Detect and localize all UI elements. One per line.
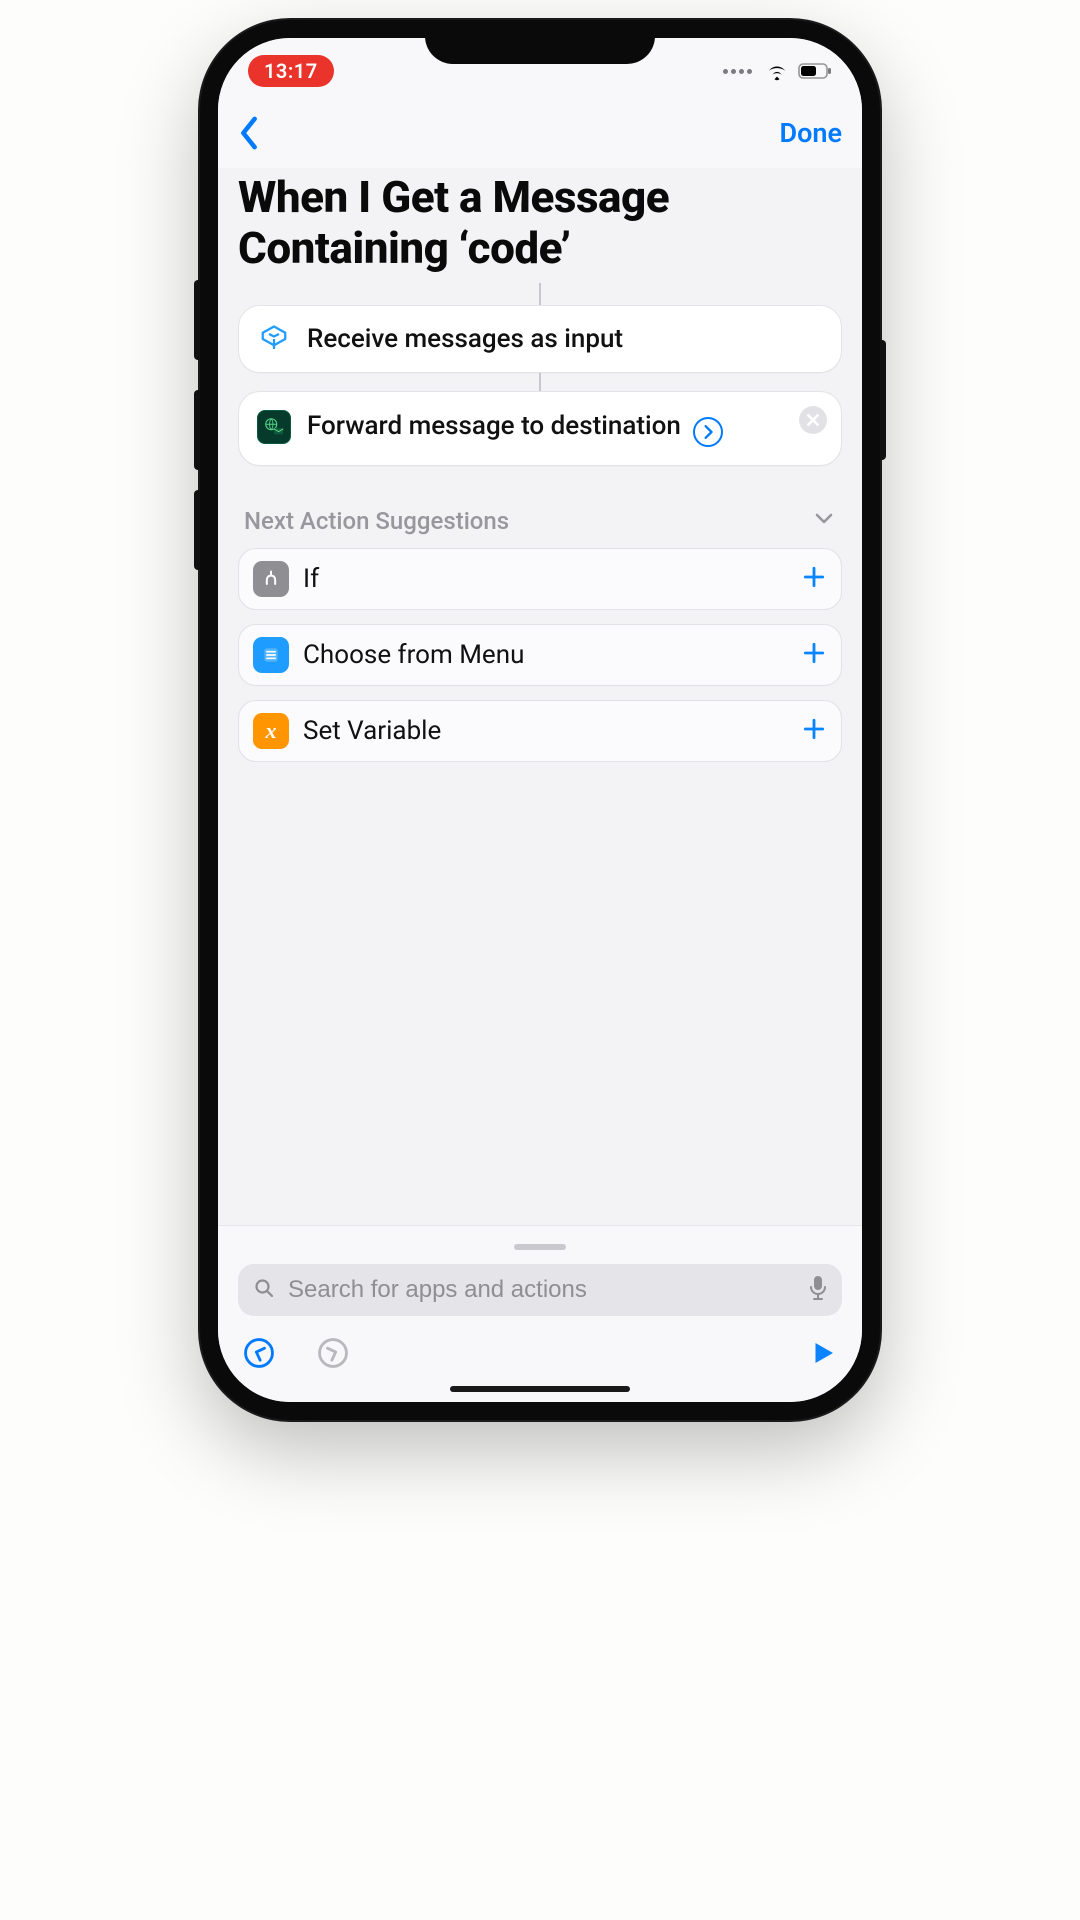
flow-connector <box>238 373 842 391</box>
suggestion-if-label: If <box>303 564 787 594</box>
suggestions-title: Next Action Suggestions <box>244 507 509 535</box>
forward-app-icon <box>257 410 291 444</box>
chevron-down-icon <box>812 506 836 536</box>
back-button[interactable] <box>238 116 260 150</box>
battery-icon <box>798 63 832 79</box>
if-icon <box>253 561 289 597</box>
done-button[interactable]: Done <box>780 117 842 149</box>
action-forward-label: Forward message to destination <box>307 410 723 447</box>
menu-icon <box>253 637 289 673</box>
status-time-recording[interactable]: 13:17 <box>248 55 334 87</box>
editor-toolbar <box>238 1316 842 1374</box>
add-suggestion-button[interactable] <box>801 716 827 746</box>
suggestion-variable-label: Set Variable <box>303 716 787 746</box>
action-receive-input-label: Receive messages as input <box>307 324 623 354</box>
status-right <box>723 61 832 81</box>
screen: 13:17 Done W <box>218 38 862 1402</box>
add-suggestion-button[interactable] <box>801 640 827 670</box>
run-button[interactable] <box>808 1338 838 1372</box>
suggestion-choose-from-menu[interactable]: Choose from Menu <box>238 624 842 686</box>
action-details-icon[interactable] <box>693 417 723 447</box>
search-input[interactable] <box>288 1276 796 1304</box>
status-dots-icon <box>723 69 752 74</box>
content: When I Get a Message Containing ‘code’ R… <box>218 168 862 1225</box>
nav-bar: Done <box>218 98 862 168</box>
phone-frame: 13:17 Done W <box>200 20 880 1420</box>
home-indicator[interactable] <box>450 1386 630 1392</box>
suggestion-if[interactable]: If <box>238 548 842 610</box>
remove-action-button[interactable] <box>799 406 827 434</box>
suggestion-set-variable[interactable]: x Set Variable <box>238 700 842 762</box>
suggestion-menu-label: Choose from Menu <box>303 640 787 670</box>
redo-button <box>316 1336 350 1374</box>
bottom-panel <box>218 1225 862 1402</box>
variable-icon: x <box>253 713 289 749</box>
action-receive-input[interactable]: Receive messages as input <box>238 305 842 373</box>
flow-connector <box>238 283 842 305</box>
drag-handle[interactable] <box>514 1244 566 1250</box>
undo-button[interactable] <box>242 1336 276 1374</box>
search-bar[interactable] <box>238 1264 842 1316</box>
search-icon <box>252 1276 276 1304</box>
notch <box>425 20 655 64</box>
wifi-icon <box>764 61 790 81</box>
automation-title: When I Get a Message Containing ‘code’ <box>238 168 842 283</box>
action-forward-text: Forward message to destination <box>307 411 681 441</box>
shortcuts-input-icon <box>257 322 291 356</box>
action-forward-message[interactable]: Forward message to destination <box>238 391 842 466</box>
add-suggestion-button[interactable] <box>801 564 827 594</box>
suggestions-header[interactable]: Next Action Suggestions <box>238 484 842 548</box>
dictation-icon[interactable] <box>808 1275 828 1305</box>
